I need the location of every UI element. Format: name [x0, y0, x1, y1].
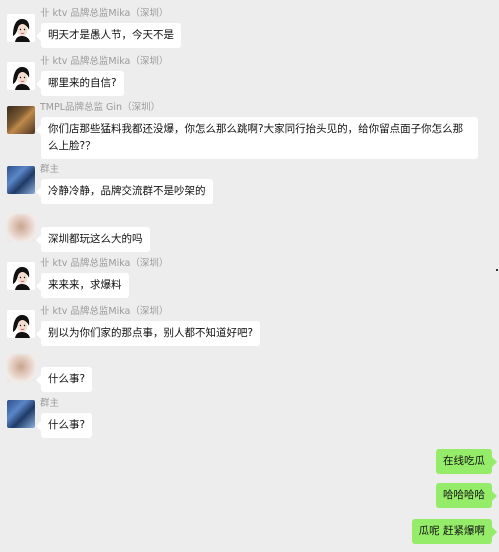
- message-bubble[interactable]: 什么事?: [35, 413, 93, 438]
- avatar[interactable]: [7, 354, 35, 382]
- sender-name: 群主: [40, 164, 60, 175]
- message-bubble[interactable]: 什么事?: [35, 367, 93, 392]
- avatar[interactable]: [7, 106, 35, 134]
- message-bubble-outgoing[interactable]: 瓜呢 赶紧爆啊: [411, 519, 498, 544]
- message-bubble[interactable]: 别以为你们家的那点事，别人都不知道好吧?: [35, 321, 261, 346]
- sender-name: 卝 ktv 品牌总监Mika（深圳）: [40, 8, 169, 19]
- sender-name: 群主: [40, 398, 60, 409]
- avatar[interactable]: [7, 310, 35, 338]
- avatar[interactable]: [7, 14, 35, 42]
- sender-name: 卝 ktv 品牌总监Mika（深圳）: [40, 306, 169, 317]
- chat-message-list[interactable]: 卝 ktv 品牌总监Mika（深圳） 明天才是愚人节，今天不是 卝 ktv 品牌…: [0, 0, 499, 552]
- message-bubble-outgoing[interactable]: 在线吃瓜: [436, 449, 497, 474]
- avatar[interactable]: [7, 166, 35, 194]
- cursor-dot: [496, 269, 498, 271]
- message-bubble[interactable]: 明天才是愚人节，今天不是: [36, 23, 181, 48]
- message-bubble[interactable]: 来来来，求爆料: [36, 273, 129, 298]
- message-bubble[interactable]: 冷静冷静，品牌交流群不是吵架的: [36, 179, 213, 204]
- sender-name: 卝 ktv 品牌总监Mika（深圳）: [40, 56, 169, 67]
- avatar[interactable]: [7, 400, 35, 428]
- message-bubble-outgoing[interactable]: 哈哈哈哈: [436, 483, 497, 508]
- message-bubble[interactable]: 你们店那些猛料我都还没爆，你怎么那么跳啊?大家同行抬头见的，给你留点面子你怎么那…: [36, 117, 478, 159]
- message-bubble[interactable]: 哪里来的自信?: [36, 71, 124, 96]
- avatar[interactable]: [7, 214, 35, 242]
- message-bubble[interactable]: 深圳都玩这么大的吗: [36, 227, 150, 252]
- sender-name: 卝 ktv 品牌总监Mika（深圳）: [40, 258, 169, 269]
- avatar[interactable]: [7, 262, 35, 290]
- sender-name: TMPL品牌总监 Gin（深圳）: [40, 102, 161, 113]
- avatar[interactable]: [7, 62, 35, 90]
